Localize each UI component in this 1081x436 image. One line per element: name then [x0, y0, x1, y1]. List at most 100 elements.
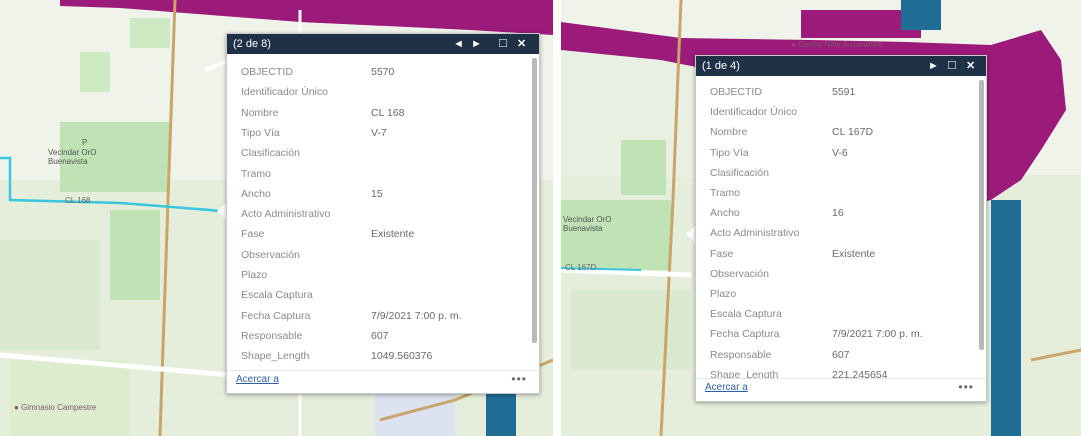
field-label: Responsable — [710, 348, 772, 361]
popup-field-row: Shape_Length 1049.560376 — [241, 350, 432, 362]
field-label: Observación — [241, 248, 300, 261]
field-label: Responsable — [241, 329, 303, 342]
field-value: 5591 — [832, 86, 856, 98]
next-feature-icon[interactable]: ► — [471, 36, 482, 52]
popup-title: (2 de 8) — [233, 38, 271, 50]
popup-field-row: OBJECTID 5591 — [710, 86, 855, 98]
field-label: OBJECTID — [710, 86, 762, 98]
field-label: Clasificación — [241, 147, 300, 160]
field-label: Observación — [710, 267, 769, 280]
popup-field-row: Fase Existente — [241, 228, 414, 241]
close-icon[interactable]: ✕ — [966, 58, 975, 74]
field-value: Existente — [371, 228, 415, 241]
map-pin-icon: ● — [791, 40, 796, 49]
popup-field-row: Nombre CL 167D — [710, 126, 873, 139]
field-value: 1049.560376 — [371, 350, 433, 363]
popup-field-row: Acto Administrativo — [241, 208, 330, 220]
popup-field-row: Identificador Único — [710, 106, 797, 118]
popup-field-row: Ancho 16 — [710, 207, 844, 219]
feature-popup: (2 de 8) ◄ ► □ ✕ OBJECTID 5570 Identificad… — [226, 33, 540, 394]
popup-field-row: Responsable 607 — [710, 348, 850, 361]
field-value: 16 — [832, 207, 844, 220]
popup-field-row: Escala Captura — [241, 289, 313, 301]
popup-field-row: Clasificación — [710, 167, 769, 179]
field-label: OBJECTID — [241, 66, 293, 78]
popup-field-row: Observación — [710, 268, 769, 280]
field-label: Escala Captura — [710, 308, 782, 321]
field-value: 607 — [371, 329, 389, 342]
maximize-icon[interactable]: □ — [948, 57, 956, 73]
popup-field-row: Responsable 607 — [241, 329, 389, 342]
zoom-to-link[interactable]: Acercar a — [236, 374, 279, 385]
field-label: Ancho — [241, 187, 271, 200]
popup-scrollbar[interactable] — [979, 80, 984, 350]
field-value: 7/9/2021 7:00 p. m. — [832, 328, 923, 341]
field-label: Nombre — [241, 106, 279, 119]
field-label: Identificador Único — [241, 86, 328, 99]
map-pin-icon: ● — [14, 403, 19, 412]
popup-field-row: Fase Existente — [710, 247, 875, 260]
field-value: 7/9/2021 7:00 p. m. — [371, 309, 462, 322]
more-actions-icon[interactable]: ••• — [511, 372, 527, 386]
map-view-right[interactable]: ● Centro Nela Auxiliadora Vecindar OrO B… — [561, 0, 1081, 436]
popup-field-row: Tipo Vía V-7 — [241, 126, 387, 139]
next-feature-icon[interactable]: ► — [928, 58, 939, 74]
popup-field-row: Fecha Captura 7/9/2021 7:00 p. m. — [710, 328, 922, 341]
maximize-icon[interactable]: □ — [499, 35, 507, 51]
field-label: Nombre — [710, 126, 748, 139]
map-label-gym: ● Gimnasio Campestre — [14, 403, 97, 412]
field-label: Fase — [710, 247, 734, 260]
field-label: Fase — [241, 228, 265, 241]
popup-attribute-list[interactable]: OBJECTID 5591 Identificador Único Nombre CL … — [696, 76, 986, 379]
popup-field-row: Fecha Captura 7/9/2021 7:00 p. m. — [241, 309, 461, 322]
field-value: 607 — [832, 348, 850, 361]
field-label: Clasificación — [710, 166, 769, 179]
map-label-pf: P — [82, 138, 88, 147]
popup-footer: Acercar a ••• — [227, 370, 539, 393]
previous-feature-icon[interactable]: ◄ — [453, 36, 464, 52]
field-label: Tramo — [710, 187, 740, 199]
popup-scrollbar[interactable] — [532, 58, 537, 343]
field-label: Acto Administrativo — [710, 227, 800, 240]
map-label-center: ● Centro Nela Auxiliadora — [791, 40, 883, 49]
field-label: Tipo Vía — [241, 126, 280, 139]
field-value: V-6 — [832, 146, 848, 159]
field-label: Tipo Vía — [710, 146, 749, 159]
field-label: Tramo — [241, 167, 271, 180]
popup-attribute-list[interactable]: OBJECTID 5570 Identificador Único Nombre CL … — [227, 54, 539, 371]
popup-field-row: Identificador Único — [241, 86, 328, 98]
map-label-school: Vecindar OrO Buenavista — [48, 148, 97, 166]
map-label-street: CL 168 — [65, 196, 91, 205]
popup-footer: Acercar a ••• — [696, 378, 986, 401]
popup-field-row: Nombre CL 168 — [241, 106, 404, 119]
field-value: 15 — [371, 187, 383, 200]
field-label: Fecha Captura — [241, 309, 311, 322]
popup-title: (1 de 4) — [702, 60, 740, 72]
popup-field-row: OBJECTID 5570 — [241, 66, 394, 78]
popup-field-row: Observación — [241, 249, 300, 261]
popup-header: (2 de 8) ◄ ► □ ✕ — [227, 34, 539, 54]
zoom-to-link[interactable]: Acercar a — [705, 382, 748, 393]
field-value: 5570 — [371, 66, 395, 78]
map-label-street: CL 167D — [565, 263, 597, 272]
field-label: Escala Captura — [241, 289, 313, 302]
more-actions-icon[interactable]: ••• — [958, 380, 974, 394]
popup-field-row: Plazo — [710, 288, 736, 300]
map-view-left[interactable]: Vecindar OrO Buenavista P CL 168 ● Gimna… — [0, 0, 553, 436]
field-label: Plazo — [710, 288, 737, 300]
map-label-school: Vecindar OrO Buenavista — [563, 215, 612, 233]
field-value: CL 167D — [832, 126, 874, 139]
popup-field-row: Plazo — [241, 269, 267, 281]
popup-field-row: Tipo Vía V-6 — [710, 146, 848, 159]
field-value: V-7 — [371, 126, 387, 139]
field-label: Fecha Captura — [710, 328, 780, 341]
close-icon[interactable]: ✕ — [517, 36, 526, 52]
popup-pointer — [686, 226, 695, 242]
feature-popup: (1 de 4) ► □ ✕ OBJECTID 5591 Identificador… — [695, 55, 987, 402]
popup-field-row: Tramo — [710, 187, 740, 199]
field-value: CL 168 — [371, 106, 405, 119]
popup-field-row: Acto Administrativo — [710, 227, 799, 239]
popup-header: (1 de 4) ► □ ✕ — [696, 56, 986, 76]
field-label: Acto Administrativo — [241, 208, 331, 221]
field-value: Existente — [832, 247, 876, 260]
